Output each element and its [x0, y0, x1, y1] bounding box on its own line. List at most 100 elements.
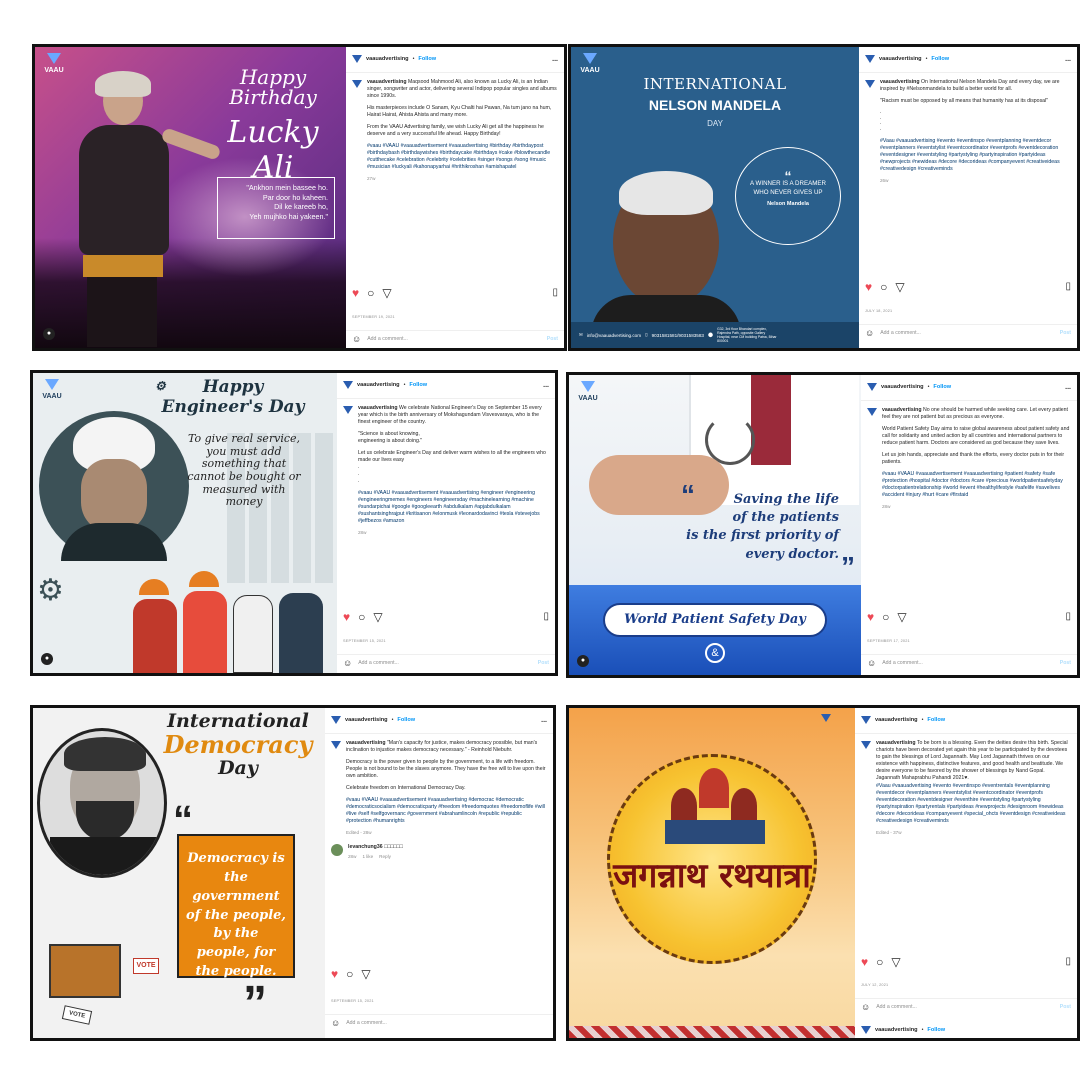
save-bookmark-icon[interactable]: ▯ — [1065, 280, 1071, 294]
like-heart-icon[interactable]: ♥ — [331, 966, 338, 982]
profile-avatar-icon[interactable] — [861, 715, 871, 726]
emoji-icon[interactable]: ☺ — [861, 1001, 870, 1013]
user-tag-icon[interactable]: ● — [41, 653, 53, 665]
comment-icon[interactable]: ○ — [876, 954, 883, 970]
post-image[interactable]: VAAU Happy Birthday Lucky Ali "Ankhon me… — [35, 47, 346, 348]
save-bookmark-icon[interactable]: ▯ — [1065, 955, 1071, 969]
caption-username[interactable]: vaauadvertising — [367, 79, 407, 85]
user-tag-icon[interactable]: ● — [43, 328, 55, 340]
commenter-avatar[interactable] — [331, 844, 343, 857]
chariot-icon — [665, 768, 765, 848]
user-tag-icon[interactable]: ● — [577, 655, 589, 667]
contact-address: G32, 3rd floor Bhandari complex, Rajendr… — [717, 326, 777, 344]
profile-avatar-icon[interactable] — [331, 715, 341, 726]
like-heart-icon[interactable]: ♥ — [343, 609, 350, 625]
profile-avatar-icon[interactable] — [865, 80, 875, 90]
profile-avatar-icon[interactable] — [352, 80, 362, 90]
profile-avatar-icon[interactable] — [331, 741, 341, 751]
caption-username[interactable]: vaauadvertising — [346, 740, 386, 746]
profile-avatar-icon[interactable] — [867, 408, 877, 418]
hashtags[interactable]: #Vaau #vaauadvertising #evento #eventins… — [876, 783, 1071, 825]
next-username-link[interactable]: vaauadvertising — [875, 1027, 918, 1035]
save-bookmark-icon[interactable]: ▯ — [552, 286, 558, 300]
more-options-button[interactable]: ... — [1065, 383, 1071, 392]
add-comment-input[interactable]: Add a comment... — [346, 1020, 387, 1027]
post-comment-button[interactable]: Post — [1060, 660, 1071, 667]
share-icon[interactable]: ▽ — [361, 966, 370, 982]
comment-icon[interactable]: ○ — [880, 279, 887, 295]
more-options-button[interactable]: ... — [541, 716, 547, 725]
caption-username[interactable]: vaauadvertising — [876, 740, 916, 746]
profile-avatar-icon[interactable] — [865, 54, 875, 65]
more-options-button[interactable]: ... — [543, 381, 549, 390]
emoji-icon[interactable]: ☺ — [331, 1017, 340, 1029]
follow-button[interactable]: Follow — [397, 717, 415, 725]
reply-button[interactable]: Reply — [379, 854, 391, 860]
hashtags[interactable]: #Vaau #vaauadvertising #evento #eventins… — [880, 138, 1071, 173]
follow-button[interactable]: Follow — [418, 56, 436, 64]
like-heart-icon[interactable]: ♥ — [861, 954, 868, 970]
more-options-button[interactable]: ... — [1065, 55, 1071, 64]
post-comment-button[interactable]: Post — [538, 660, 549, 667]
follow-button[interactable]: Follow — [933, 384, 951, 392]
emoji-icon[interactable]: ☺ — [352, 333, 361, 345]
post-sidebar: vaauadvertising • Follow... vaauadvertisin… — [859, 47, 1077, 348]
comment-icon[interactable]: ○ — [882, 609, 889, 625]
post-comment-button[interactable]: Post — [547, 336, 558, 343]
hashtags[interactable]: #vaau #VAAU #vaauadvertisement #vaauadve… — [358, 490, 549, 525]
add-comment-input[interactable]: Add a comment... — [367, 336, 408, 343]
like-heart-icon[interactable]: ♥ — [865, 279, 872, 295]
caption-username[interactable]: vaauadvertising — [880, 79, 920, 85]
username-link[interactable]: vaauadvertising — [357, 382, 400, 390]
next-follow-button[interactable]: Follow — [927, 1027, 945, 1035]
profile-avatar-icon[interactable] — [861, 741, 871, 751]
save-bookmark-icon[interactable]: ▯ — [1065, 610, 1071, 624]
caption-username[interactable]: vaauadvertising — [358, 405, 398, 411]
save-bookmark-icon[interactable]: ▯ — [543, 610, 549, 624]
follow-button[interactable]: Follow — [931, 56, 949, 64]
username-link[interactable]: vaauadvertising — [366, 56, 409, 64]
share-icon[interactable]: ▽ — [895, 279, 904, 295]
comment-likes[interactable]: 1 like — [362, 854, 373, 860]
profile-avatar-icon[interactable] — [343, 406, 353, 416]
profile-avatar-icon[interactable] — [867, 382, 877, 393]
add-comment-input[interactable]: Add a comment... — [880, 330, 921, 337]
comment-icon[interactable]: ○ — [367, 285, 374, 301]
post-image[interactable]: जगन्नाथ रथयात्रा — [569, 708, 855, 1038]
like-heart-icon[interactable]: ♥ — [352, 285, 359, 301]
hashtags[interactable]: #vaau #VAAU #vaauadvertisement #vaauadve… — [882, 471, 1071, 499]
post-image[interactable]: VAAU ⚙ Happy Engineer's Day To give real… — [33, 373, 337, 673]
post-image[interactable]: VAAU “ Saving the life of the patients i… — [569, 375, 861, 675]
profile-avatar-icon[interactable] — [861, 1026, 871, 1036]
follow-button[interactable]: Follow — [927, 717, 945, 725]
hashtags[interactable]: #vaau #VAAU #vaauadvertisement #vaauadve… — [346, 797, 547, 825]
emoji-icon[interactable]: ☺ — [865, 327, 874, 339]
username-link[interactable]: vaauadvertising — [875, 717, 918, 725]
commenter-username[interactable]: levanchung36 — [348, 844, 383, 850]
username-link[interactable]: vaauadvertising — [881, 384, 924, 392]
caption-username[interactable]: vaauadvertising — [882, 407, 922, 413]
username-link[interactable]: vaauadvertising — [345, 717, 388, 725]
comment-icon[interactable]: ○ — [358, 609, 365, 625]
share-icon[interactable]: ▽ — [897, 609, 906, 625]
follow-button[interactable]: Follow — [409, 382, 427, 390]
like-heart-icon[interactable]: ♥ — [867, 609, 874, 625]
post-comment-button[interactable]: Post — [1060, 330, 1071, 337]
add-comment-input[interactable]: Add a comment... — [358, 660, 399, 667]
post-comment-button[interactable]: Post — [1060, 1004, 1071, 1011]
profile-avatar-icon[interactable] — [343, 380, 353, 391]
share-icon[interactable]: ▽ — [373, 609, 382, 625]
hashtags[interactable]: #vaau #VAAU #vaauadvertisement #vaauadve… — [367, 143, 558, 171]
username-link[interactable]: vaauadvertising — [879, 56, 922, 64]
add-comment-input[interactable]: Add a comment... — [876, 1004, 917, 1011]
post-image[interactable]: International Democracy Day “ Democracy … — [33, 708, 325, 1038]
more-options-button[interactable]: ... — [552, 55, 558, 64]
add-comment-input[interactable]: Add a comment... — [882, 660, 923, 667]
comment-icon[interactable]: ○ — [346, 966, 353, 982]
emoji-icon[interactable]: ☺ — [343, 657, 352, 669]
emoji-icon[interactable]: ☺ — [867, 657, 876, 669]
share-icon[interactable]: ▽ — [382, 285, 391, 301]
profile-avatar-icon[interactable] — [352, 54, 362, 65]
post-image[interactable]: VAAU INTERNATIONAL NELSON MANDELA DAY “ … — [571, 47, 859, 348]
share-icon[interactable]: ▽ — [891, 954, 900, 970]
